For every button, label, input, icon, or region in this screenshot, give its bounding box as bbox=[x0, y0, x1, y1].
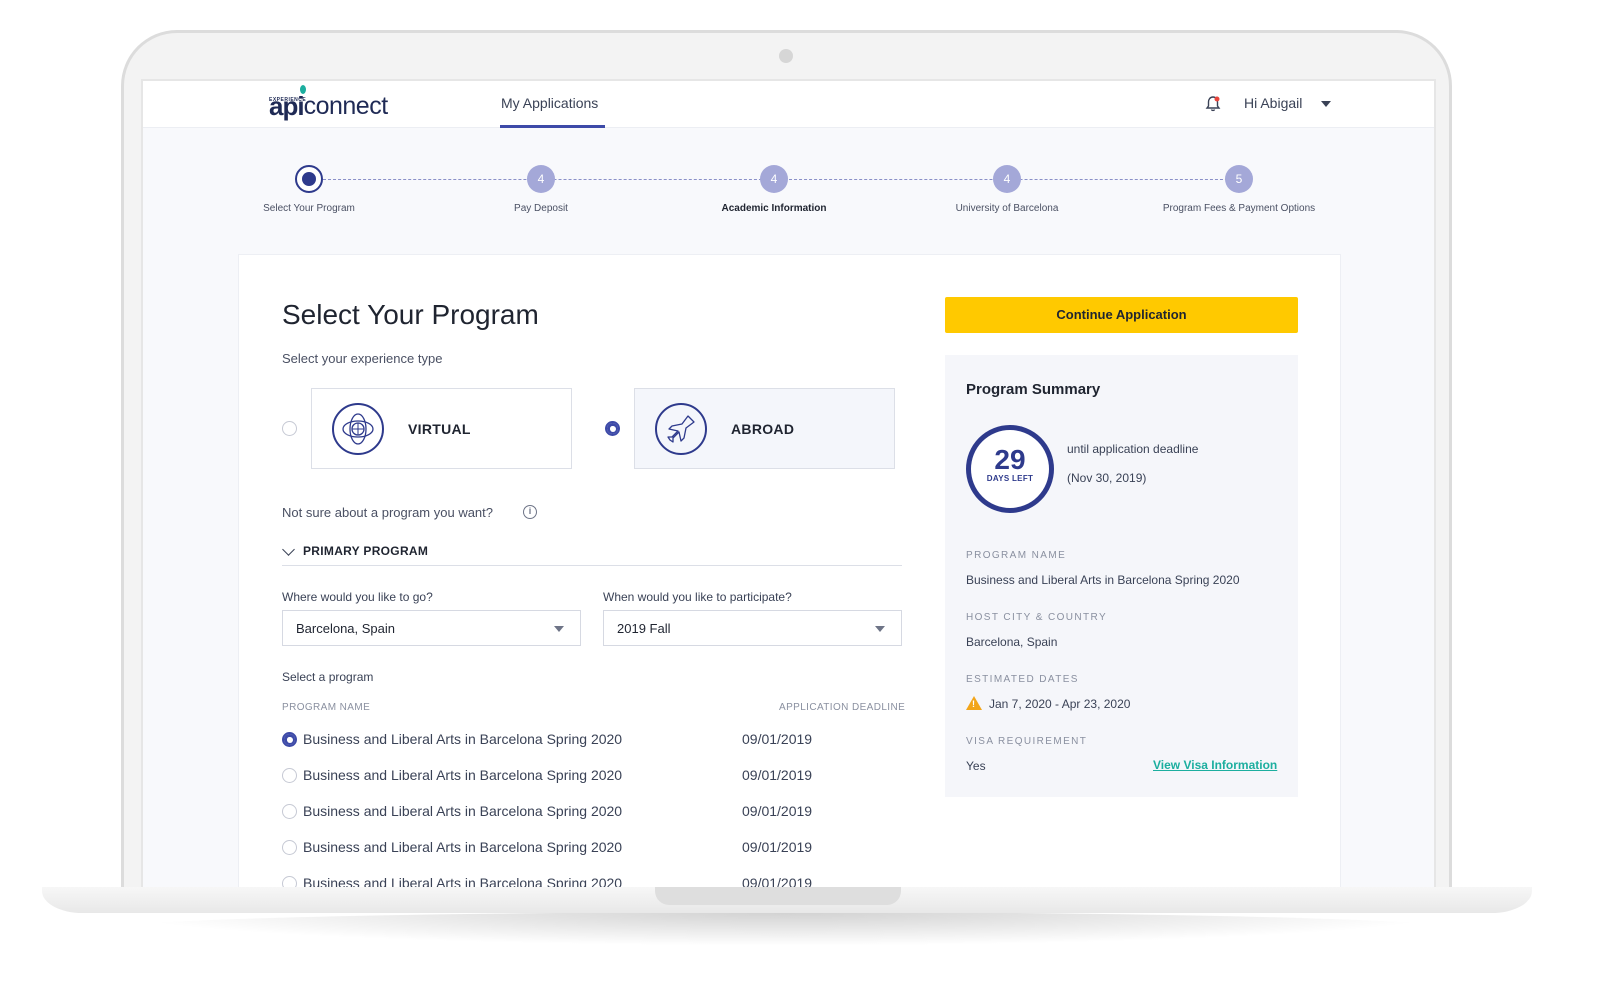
program-radio[interactable] bbox=[282, 732, 297, 747]
page-title: Select Your Program bbox=[282, 299, 539, 330]
table-row[interactable]: Business and Liberal Arts in Barcelona S… bbox=[282, 875, 902, 887]
step-university-of-barcelona[interactable]: 4 University of Barcelona bbox=[922, 165, 1092, 214]
chevron-down-icon bbox=[554, 626, 564, 632]
program-name: Business and Liberal Arts in Barcelona S… bbox=[303, 875, 623, 887]
until-deadline-text: until application deadline bbox=[1067, 442, 1199, 456]
step-number: 4 bbox=[760, 165, 788, 193]
host-city-key: HOST CITY & COUNTRY bbox=[966, 612, 1108, 623]
step-label: Select Your Program bbox=[263, 203, 355, 214]
table-row[interactable]: Business and Liberal Arts in Barcelona S… bbox=[282, 731, 902, 751]
destination-select[interactable]: Barcelona, Spain bbox=[282, 610, 581, 646]
experience-label: VIRTUAL bbox=[408, 421, 471, 437]
laptop-shadow bbox=[110, 912, 1460, 946]
step-label: Program Fees & Payment Options bbox=[1162, 203, 1316, 214]
view-visa-information-link[interactable]: View Visa Information bbox=[1153, 758, 1277, 772]
step-program-fees[interactable]: 5 Program Fees & Payment Options bbox=[1154, 165, 1324, 214]
step-label: Academic Information bbox=[721, 203, 827, 214]
logo-connect-text: connect bbox=[303, 92, 389, 120]
estimated-dates-key: ESTIMATED DATES bbox=[966, 674, 1079, 685]
program-deadline: 09/01/2019 bbox=[742, 731, 813, 747]
user-menu-chevron-down-icon[interactable] bbox=[1321, 101, 1331, 107]
select-program-label: Select a program bbox=[282, 670, 374, 684]
host-city-value: Barcelona, Spain bbox=[966, 635, 1058, 649]
step-select-your-program[interactable]: Select Your Program bbox=[224, 165, 394, 214]
column-header-program-name: PROGRAM NAME bbox=[282, 702, 371, 713]
term-select[interactable]: 2019 Fall bbox=[603, 610, 902, 646]
term-value: 2019 Fall bbox=[617, 621, 671, 636]
days-left-number: 29 bbox=[994, 444, 1026, 475]
estimated-dates-value: Jan 7, 2020 - Apr 23, 2020 bbox=[989, 697, 1131, 711]
destination-value: Barcelona, Spain bbox=[296, 621, 396, 636]
visa-requirement-value: Yes bbox=[966, 759, 986, 773]
program-name: Business and Liberal Arts in Barcelona S… bbox=[303, 839, 623, 855]
experience-option-abroad[interactable]: ABROAD bbox=[634, 388, 895, 469]
experience-option-virtual[interactable]: VIRTUAL bbox=[311, 388, 572, 469]
program-deadline: 09/01/2019 bbox=[742, 875, 813, 887]
experience-type-prompt: Select your experience type bbox=[282, 351, 443, 366]
destination-label: Where would you like to go? bbox=[282, 590, 433, 604]
step-number: 4 bbox=[527, 165, 555, 193]
logo-api-text: EXPERIENCE api bbox=[269, 85, 306, 119]
program-radio[interactable] bbox=[282, 840, 297, 855]
primary-program-heading[interactable]: PRIMARY PROGRAM bbox=[303, 544, 428, 558]
virtual-radio[interactable] bbox=[282, 421, 297, 436]
user-greeting[interactable]: Hi Abigail bbox=[1244, 95, 1302, 111]
program-name: Business and Liberal Arts in Barcelona S… bbox=[303, 731, 623, 747]
table-row[interactable]: Business and Liberal Arts in Barcelona S… bbox=[282, 803, 902, 823]
step-pay-deposit[interactable]: 4 Pay Deposit bbox=[456, 165, 626, 214]
summary-title: Program Summary bbox=[966, 381, 1101, 398]
table-row[interactable]: Business and Liberal Arts in Barcelona S… bbox=[282, 839, 902, 859]
program-deadline: 09/01/2019 bbox=[742, 803, 813, 819]
tab-my-applications[interactable]: My Applications bbox=[501, 95, 598, 111]
program-deadline: 09/01/2019 bbox=[742, 767, 813, 783]
program-name: Business and Liberal Arts in Barcelona S… bbox=[303, 803, 623, 819]
unsure-prompt: Not sure about a program you want? bbox=[282, 505, 494, 520]
chevron-down-icon[interactable] bbox=[282, 543, 295, 556]
continue-application-button[interactable]: Continue Application bbox=[945, 297, 1298, 333]
apiconnect-logo[interactable]: EXPERIENCE api connect bbox=[269, 85, 389, 120]
program-deadline: 09/01/2019 bbox=[742, 839, 813, 855]
globe-icon bbox=[332, 403, 384, 455]
laptop-notch bbox=[655, 887, 901, 905]
step-label: Pay Deposit bbox=[514, 203, 568, 214]
step-academic-information[interactable]: 4 Academic Information bbox=[689, 165, 859, 214]
warning-icon bbox=[966, 696, 982, 710]
step-number: 5 bbox=[1225, 165, 1253, 193]
experience-label: ABROAD bbox=[731, 421, 795, 437]
program-name-value: Business and Liberal Arts in Barcelona S… bbox=[966, 573, 1240, 587]
step-number: 4 bbox=[993, 165, 1021, 193]
program-radio[interactable] bbox=[282, 804, 297, 819]
section-divider bbox=[282, 565, 902, 566]
program-radio[interactable] bbox=[282, 876, 297, 887]
step-label: University of Barcelona bbox=[955, 203, 1059, 214]
notification-bell-icon[interactable] bbox=[1205, 95, 1221, 113]
table-row[interactable]: Business and Liberal Arts in Barcelona S… bbox=[282, 767, 902, 787]
app-screen: EXPERIENCE api connect My Applications H… bbox=[141, 79, 1436, 887]
program-name-key: PROGRAM NAME bbox=[966, 550, 1067, 561]
step-active-indicator bbox=[295, 165, 323, 193]
program-name: Business and Liberal Arts in Barcelona S… bbox=[303, 767, 623, 783]
days-left-label: DAYS LEFT bbox=[986, 474, 1034, 483]
logo-dot-icon bbox=[300, 85, 306, 94]
top-header: EXPERIENCE api connect My Applications H… bbox=[143, 81, 1434, 128]
program-selection-card: Select Your Program Select your experien… bbox=[238, 254, 1341, 887]
deadline-date: (Nov 30, 2019) bbox=[1067, 471, 1147, 485]
term-label: When would you like to participate? bbox=[603, 590, 792, 604]
laptop-camera bbox=[779, 49, 793, 63]
program-summary-panel: Program Summary 29 DAYS LEFT until appli… bbox=[945, 355, 1298, 797]
active-tab-indicator bbox=[500, 125, 605, 128]
days-left-ring: 29 DAYS LEFT bbox=[966, 425, 1054, 513]
airplane-icon bbox=[655, 403, 707, 455]
program-radio[interactable] bbox=[282, 768, 297, 783]
chevron-down-icon bbox=[875, 626, 885, 632]
column-header-application-deadline: APPLICATION DEADLINE bbox=[779, 702, 906, 713]
abroad-radio[interactable] bbox=[605, 421, 620, 436]
visa-requirement-key: VISA REQUIREMENT bbox=[966, 736, 1088, 747]
info-icon[interactable]: i bbox=[523, 505, 537, 519]
